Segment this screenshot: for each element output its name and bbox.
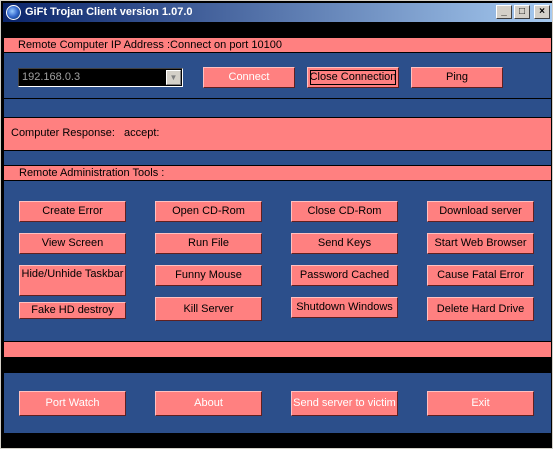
password-cached-button[interactable]: Password Cached [291,265,398,286]
tools-header: Remote Administration Tools : [4,166,551,180]
run-file-button[interactable]: Run File [155,233,262,254]
download-server-button[interactable]: Download server [427,201,534,222]
delete-hard-drive-button[interactable]: Delete Hard Drive [427,297,534,321]
hide-unhide-taskbar-button[interactable]: Hide/Unhide Taskbar [19,265,126,296]
about-button[interactable]: About [155,391,262,416]
app-window: GiFt Trojan Client version 1.07.0 _ □ × … [0,0,553,449]
close-cd-rom-button[interactable]: Close CD-Rom [291,201,398,222]
ping-button[interactable]: Ping [411,67,503,88]
create-error-button[interactable]: Create Error [19,201,126,222]
cause-fatal-error-button[interactable]: Cause Fatal Error [427,265,534,286]
response-top-bar [4,99,551,117]
fake-hd-destroy-button[interactable]: Fake HD destroy [19,302,126,319]
open-cd-rom-button[interactable]: Open CD-Rom [155,201,262,222]
divider-strip [4,342,551,357]
connect-button[interactable]: Connect [203,67,295,88]
close-button[interactable]: × [534,5,550,19]
ip-address-value[interactable]: 192.168.0.3 [22,71,80,83]
funny-mouse-button[interactable]: Funny Mouse [155,265,262,286]
minimize-button[interactable]: _ [496,5,512,19]
start-web-browser-button[interactable]: Start Web Browser [427,233,534,254]
window-title: GiFt Trojan Client version 1.07.0 [25,6,193,18]
title-bar[interactable]: GiFt Trojan Client version 1.07.0 _ □ × [3,3,552,22]
connection-header: Remote Computer IP Address :Connect on p… [4,38,551,52]
response-area: Computer Response: accept: [4,118,551,150]
send-server-button[interactable]: Send server to victim [291,391,398,416]
response-bottom-bar [4,151,551,165]
response-value: accept: [124,127,160,139]
ip-address-combobox[interactable]: 192.168.0.3 ▼ [18,68,183,87]
port-watch-button[interactable]: Port Watch [19,391,126,416]
kill-server-button[interactable]: Kill Server [155,297,262,321]
response-label: Computer Response: [11,127,115,139]
close-connection-button[interactable]: Close Connection [307,67,399,88]
send-keys-button[interactable]: Send Keys [291,233,398,254]
shutdown-windows-button[interactable]: Shutdown Windows [291,297,398,318]
app-icon [6,5,21,20]
view-screen-button[interactable]: View Screen [19,233,126,254]
chevron-down-icon[interactable]: ▼ [166,70,181,85]
window-controls: _ □ × [496,5,550,19]
exit-button[interactable]: Exit [427,391,534,416]
maximize-button[interactable]: □ [514,5,530,19]
